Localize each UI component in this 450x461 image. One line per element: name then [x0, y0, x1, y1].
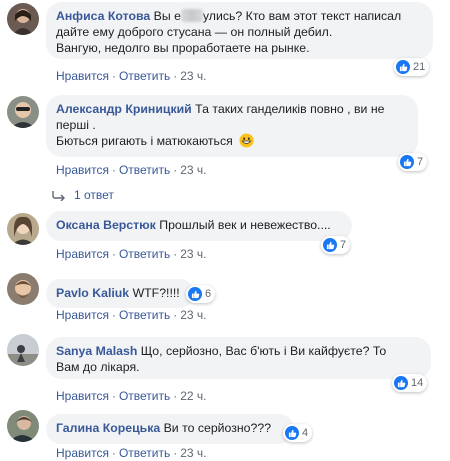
comment-text-line: Вам до лікаря.	[56, 360, 140, 374]
like-link[interactable]: Нравится	[56, 69, 109, 83]
reply-arrow-icon	[52, 191, 65, 201]
comment-text-line: дайте ему доброго стусана — он полный де…	[56, 25, 333, 39]
comment-author[interactable]: Pavlo Kaliuk	[56, 286, 129, 300]
comment-text: Ви то серйозно???	[163, 421, 272, 435]
separator: ·	[111, 389, 116, 403]
reply-link[interactable]: Ответить	[119, 446, 170, 460]
timestamp[interactable]: 22 ч.	[180, 389, 206, 403]
reaction-count[interactable]: 7	[321, 236, 351, 254]
like-thumb-icon	[400, 155, 414, 169]
view-replies-link[interactable]: 1 ответ	[52, 188, 114, 202]
like-thumb-icon	[394, 376, 408, 390]
reaction-count[interactable]: 7	[398, 153, 428, 171]
comment-bubble: Анфиса Котова Вы е улись? Кто вам этот те…	[46, 2, 433, 59]
reaction-number: 7	[417, 156, 424, 168]
like-thumb-icon	[285, 426, 299, 440]
comment-actions: Нравится · Ответить · 23 ч.	[56, 308, 207, 322]
separator: ·	[173, 163, 178, 177]
reaction-number: 14	[411, 377, 424, 389]
reaction-number: 21	[413, 61, 426, 73]
separator: ·	[111, 247, 116, 261]
comment-author[interactable]: Александр Криницкий	[56, 102, 192, 116]
separator: ·	[111, 69, 116, 83]
separator: ·	[173, 308, 178, 322]
reply-link[interactable]: Ответить	[119, 308, 170, 322]
comment-actions: Нравится · Ответить · 23 ч.	[56, 69, 207, 83]
comment-author[interactable]: Галина Корецька	[56, 421, 160, 435]
reaction-count[interactable]: 6	[186, 285, 216, 303]
comment-text-line: перші .	[56, 118, 96, 132]
timestamp[interactable]: 23 ч.	[180, 446, 206, 460]
separator: ·	[111, 308, 116, 322]
like-thumb-icon	[323, 238, 337, 252]
reaction-number: 4	[302, 427, 309, 439]
comment-author[interactable]: Sanya Malash	[56, 344, 137, 358]
reaction-number: 6	[205, 288, 212, 300]
separator: ·	[173, 446, 178, 460]
avatar[interactable]	[7, 273, 39, 305]
reaction-number: 7	[340, 239, 347, 251]
like-link[interactable]: Нравится	[56, 446, 109, 460]
comment-actions: Нравится · Ответить · 23 ч.	[56, 446, 207, 460]
comment-author[interactable]: Оксана Верстюк	[56, 218, 156, 232]
separator: ·	[173, 247, 178, 261]
reaction-count[interactable]: 4	[283, 424, 313, 442]
comment-bubble: Александр Криницкий Та таких ганделиків …	[46, 95, 418, 157]
separator: ·	[111, 446, 116, 460]
comment-bubble: Sanya Malash Що, серйозно, Вас б'ють і В…	[46, 337, 431, 379]
comment-actions: Нравится · Ответить · 23 ч.	[56, 247, 207, 261]
reply-link[interactable]: Ответить	[119, 69, 170, 83]
comment-text-line: Бються ригають і матюкаються	[56, 134, 233, 148]
comment-bubble: Оксана Верстюк Прошлый век и невежество.…	[46, 211, 352, 241]
avatar[interactable]	[7, 3, 39, 35]
reply-link[interactable]: Ответить	[119, 247, 170, 261]
avatar[interactable]	[7, 213, 39, 245]
timestamp[interactable]: 23 ч.	[180, 247, 206, 261]
separator: ·	[111, 163, 116, 177]
like-link[interactable]: Нравится	[56, 163, 109, 177]
comment-text: Прошлый век и невежество....	[159, 218, 331, 232]
comment-text-line: Вангую, недолго вы проработаете на рынке…	[56, 41, 310, 55]
reply-link[interactable]: Ответить	[119, 163, 170, 177]
avatar[interactable]	[7, 410, 39, 442]
comment-text: Вы е	[153, 9, 181, 23]
like-thumb-icon	[396, 60, 410, 74]
timestamp[interactable]: 23 ч.	[180, 163, 206, 177]
comment-text: Та таких ганделиків повно , ви не	[195, 102, 385, 116]
comment-text: Що, серйозно, Вас б'ють і Ви кайфуєте? Т…	[140, 344, 387, 358]
replies-count[interactable]: 1 ответ	[74, 188, 114, 202]
like-thumb-icon	[188, 287, 202, 301]
reply-link[interactable]: Ответить	[119, 389, 170, 403]
grinning-face-icon	[239, 133, 254, 148]
timestamp[interactable]: 23 ч.	[180, 308, 206, 322]
reaction-count[interactable]: 21	[394, 58, 430, 76]
comment-author[interactable]: Анфиса Котова	[56, 9, 150, 23]
comment-bubble: Pavlo Kaliuk WTF?!!!!	[46, 279, 194, 308]
comment-actions: Нравится · Ответить · 22 ч.	[56, 389, 207, 403]
avatar[interactable]	[7, 96, 39, 128]
separator: ·	[173, 389, 178, 403]
separator: ·	[173, 69, 178, 83]
like-link[interactable]: Нравится	[56, 247, 109, 261]
comment-text: улись? Кто вам этот текст написал	[202, 9, 402, 23]
comment-bubble: Галина Корецька Ви то серйозно???	[46, 414, 294, 444]
reaction-count[interactable]: 14	[392, 374, 428, 392]
like-link[interactable]: Нравится	[56, 308, 109, 322]
comment-text: WTF?!!!!	[132, 286, 180, 300]
timestamp[interactable]: 23 ч.	[180, 69, 206, 83]
avatar[interactable]	[7, 334, 39, 366]
comment-actions: Нравится · Ответить · 23 ч.	[56, 163, 207, 177]
like-link[interactable]: Нравится	[56, 389, 109, 403]
blurred-word	[180, 9, 203, 22]
